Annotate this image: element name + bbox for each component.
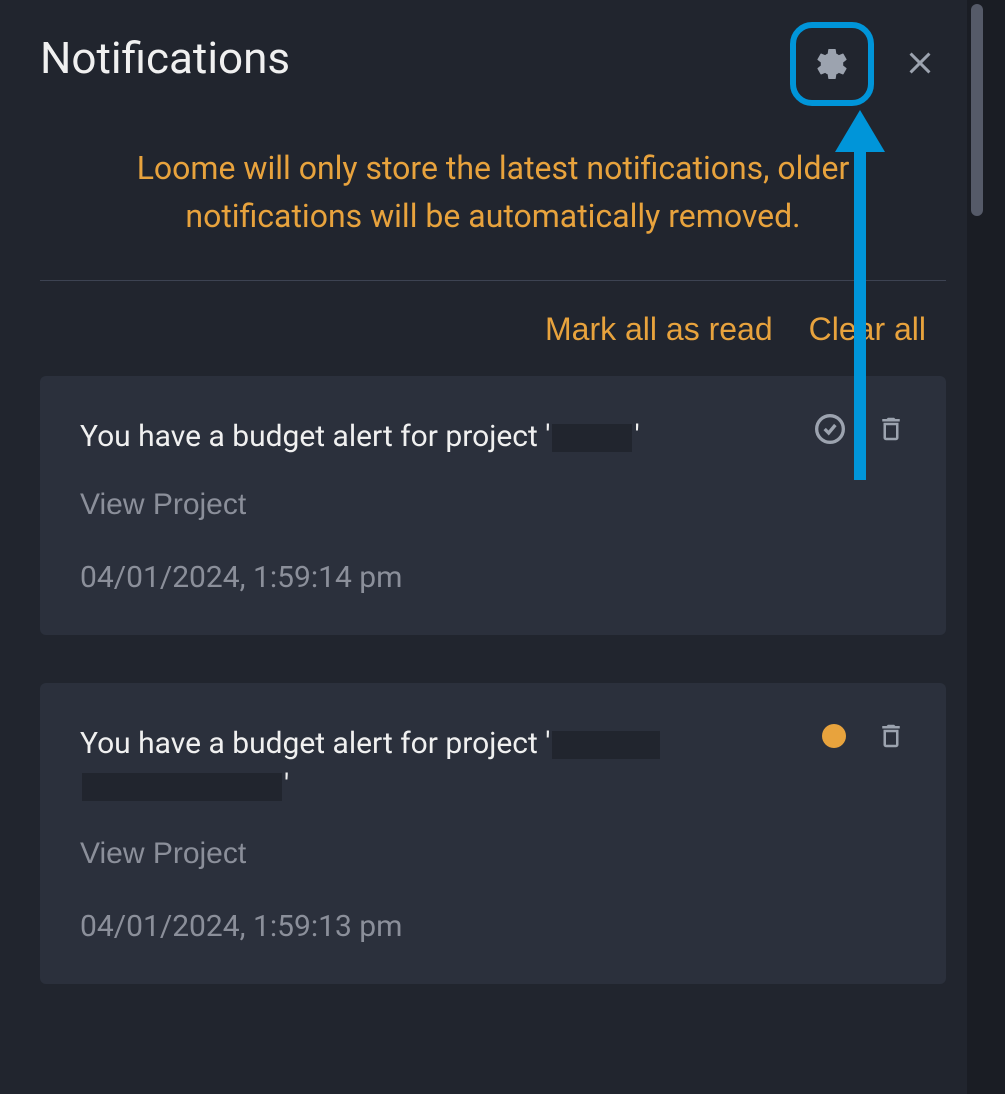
trash-icon xyxy=(876,412,906,446)
message-prefix: You have a budget alert for project ' xyxy=(80,726,550,761)
scrollbar-track[interactable] xyxy=(967,0,986,1094)
unread-indicator xyxy=(822,724,846,748)
gear-icon xyxy=(814,46,850,82)
notification-card: You have a budget alert for project ' ' V… xyxy=(40,683,946,984)
redacted-project-name xyxy=(552,731,660,759)
delete-button[interactable] xyxy=(876,719,906,753)
card-content: You have a budget alert for project ' ' V… xyxy=(80,723,906,944)
notification-message: You have a budget alert for project ' ' xyxy=(80,723,766,807)
scrollbar-thumb[interactable] xyxy=(971,4,983,216)
view-project-link[interactable]: View Project xyxy=(80,837,246,871)
settings-button[interactable] xyxy=(790,22,874,106)
view-project-link[interactable]: View Project xyxy=(80,488,246,522)
panel-header: Notifications xyxy=(0,0,986,106)
notifications-panel: Notifications Loome will only store the … xyxy=(0,0,986,1094)
check-circle-icon xyxy=(814,413,846,445)
message-suffix: ' xyxy=(634,419,639,454)
close-button[interactable] xyxy=(894,37,946,92)
message-prefix: You have a budget alert for project ' xyxy=(80,419,550,454)
page-title: Notifications xyxy=(40,32,790,84)
notification-message: You have a budget alert for project ' ' xyxy=(80,416,766,458)
trash-icon xyxy=(876,719,906,753)
card-icon-group xyxy=(822,719,906,753)
close-icon xyxy=(902,45,938,81)
clear-all-button[interactable]: Clear all xyxy=(809,311,926,348)
redacted-project-name xyxy=(552,424,632,452)
message-suffix: ' xyxy=(284,768,289,803)
header-icon-group xyxy=(790,22,946,106)
notification-card: You have a budget alert for project ' ' V… xyxy=(40,376,946,635)
delete-button[interactable] xyxy=(876,412,906,446)
mark-read-button[interactable] xyxy=(814,413,846,445)
info-banner: Loome will only store the latest notific… xyxy=(0,106,986,280)
notification-timestamp: 04/01/2024, 1:59:14 pm xyxy=(80,560,766,595)
notification-timestamp: 04/01/2024, 1:59:13 pm xyxy=(80,909,766,944)
redacted-project-name xyxy=(82,773,282,801)
card-content: You have a budget alert for project ' ' V… xyxy=(80,416,906,595)
bulk-actions: Mark all as read Clear all xyxy=(0,281,986,376)
card-icon-group xyxy=(814,412,906,446)
mark-all-read-button[interactable]: Mark all as read xyxy=(545,311,773,348)
